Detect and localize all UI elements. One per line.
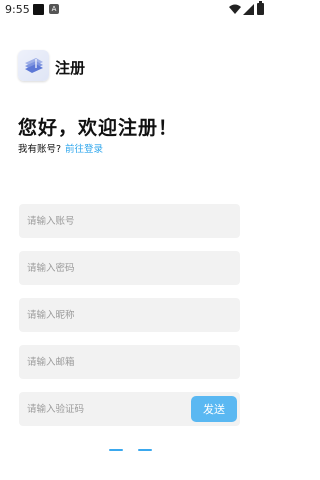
- status-time: 9:55: [5, 3, 30, 16]
- app-logo-icon: [18, 50, 49, 81]
- notification-square-icon: [33, 4, 44, 15]
- login-link[interactable]: 前往登录: [65, 144, 103, 155]
- page-indicator-2: [138, 449, 152, 451]
- page-indicator-1: [109, 449, 123, 451]
- nickname-input[interactable]: [19, 298, 177, 332]
- account-row: 我有账号? 前往登录: [18, 141, 103, 155]
- email-input[interactable]: [19, 345, 177, 379]
- signal-icon: [243, 4, 254, 15]
- send-code-button[interactable]: 发送: [191, 396, 237, 422]
- has-account-text: 我有账号?: [18, 144, 62, 155]
- account-input[interactable]: [19, 204, 177, 238]
- wifi-icon: [229, 4, 241, 14]
- password-input[interactable]: [19, 251, 177, 285]
- welcome-headline: 您好，欢迎注册！: [18, 117, 179, 139]
- status-bar: 9:55 A: [0, 0, 270, 20]
- battery-icon: [257, 1, 264, 15]
- email-field[interactable]: [19, 345, 240, 379]
- verification-code-input[interactable]: [19, 392, 177, 426]
- password-field[interactable]: [19, 251, 240, 285]
- notification-app-icon: A: [49, 4, 59, 14]
- page-title: 注册: [55, 59, 86, 77]
- nickname-field[interactable]: [19, 298, 240, 332]
- account-field[interactable]: [19, 204, 240, 238]
- verification-code-field[interactable]: 发送: [19, 392, 240, 426]
